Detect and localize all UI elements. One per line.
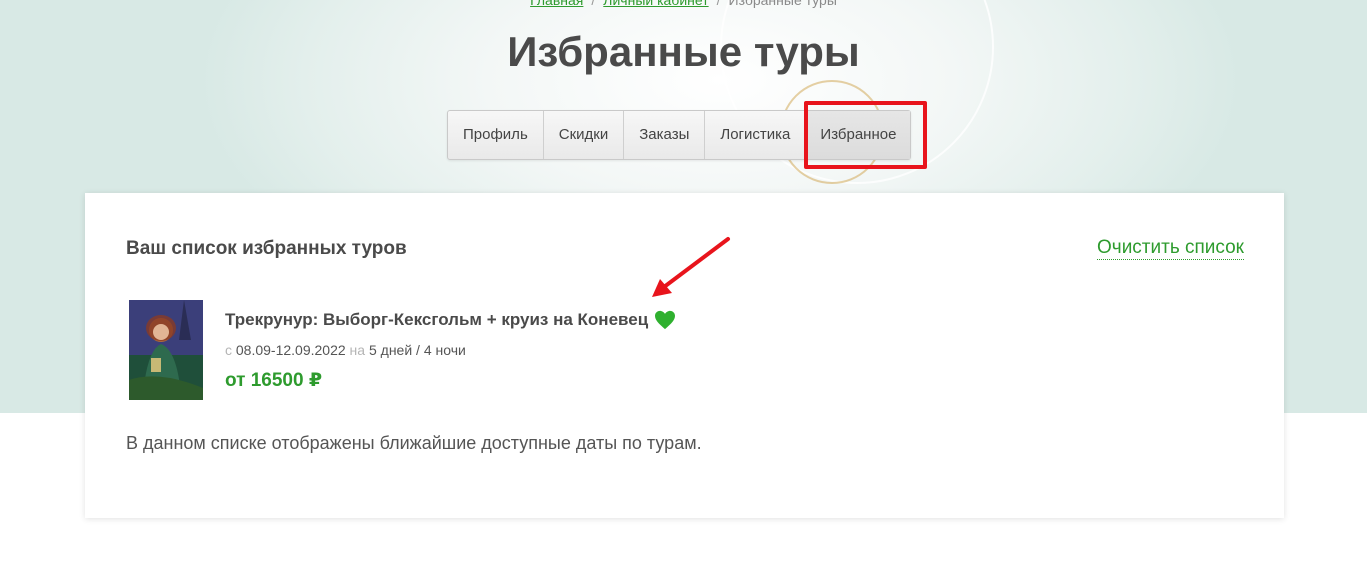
favorites-note: В данном списке отображены ближайшие дос… (126, 433, 702, 453)
date-range: 08.09-12.09.2022 (235, 342, 346, 358)
tour-price: от 16500 ₽ (225, 370, 323, 391)
breadcrumb-home-link[interactable]: Главная (530, 0, 583, 8)
tour-thumbnail[interactable] (129, 300, 203, 400)
tour-dates: с 08.09-12.09.2022 на 5 дней / 4 ночи (225, 342, 466, 358)
tour-title-link[interactable]: Трекрунур: Выборг-Кексгольм + круиз на К… (225, 310, 648, 330)
tab-orders[interactable]: Заказы (624, 111, 706, 159)
heart-icon[interactable] (654, 310, 676, 330)
date-prefix: с (225, 342, 232, 358)
annotation-arrow (652, 237, 730, 297)
breadcrumb-separator: / (591, 0, 596, 8)
duration-prefix: на (349, 342, 366, 358)
tour-title-row: Трекрунур: Выборг-Кексгольм + круиз на К… (225, 310, 676, 330)
breadcrumb-separator: / (716, 0, 721, 8)
breadcrumb: Главная / Личный кабинет / Избранные туры (0, 0, 1367, 8)
tab-logistics[interactable]: Логистика (705, 111, 807, 159)
duration: 5 дней / 4 ночи (368, 342, 466, 358)
clear-list-link[interactable]: Очистить список (1097, 237, 1244, 260)
page-title: Избранные туры (507, 28, 860, 75)
tab-discounts[interactable]: Скидки (544, 111, 625, 159)
breadcrumb-cabinet-link[interactable]: Личный кабинет (603, 0, 708, 8)
tour-thumbnail-art (129, 300, 203, 400)
annotation-highlight-box (804, 101, 927, 169)
breadcrumb-current: Избранные туры (728, 0, 837, 8)
favorites-heading: Ваш список избранных туров (126, 238, 407, 259)
tab-profile[interactable]: Профиль (448, 111, 544, 159)
